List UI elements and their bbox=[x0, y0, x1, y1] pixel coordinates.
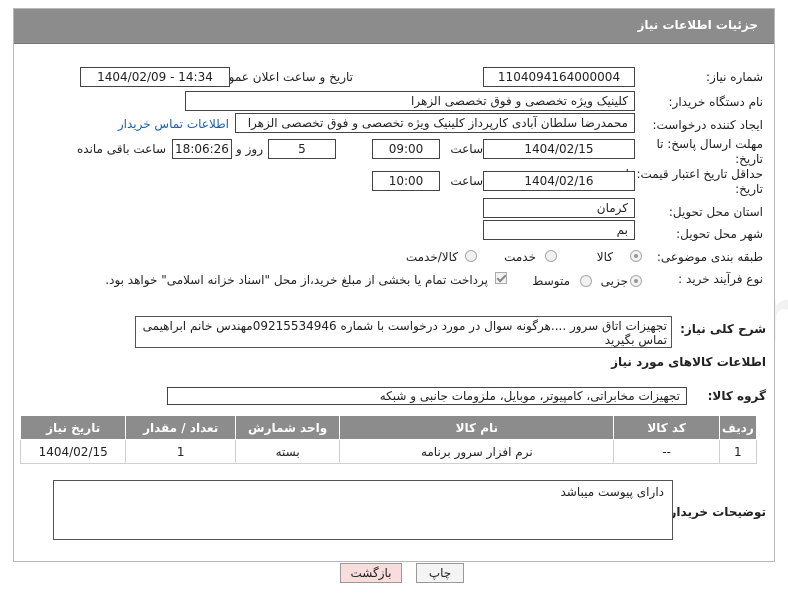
category-option-goods-service: کالا/خدمت bbox=[405, 250, 458, 264]
treasury-payment-checkbox[interactable] bbox=[495, 272, 507, 284]
province-field: کرمان bbox=[483, 198, 635, 218]
back-button[interactable]: بازگشت bbox=[340, 563, 402, 583]
description-label: شرح کلی نیاز: bbox=[680, 322, 766, 336]
table-header-row: ردیف کد کالا نام کالا واحد شمارش تعداد /… bbox=[19, 415, 758, 440]
col-name-header: نام کالا bbox=[339, 415, 615, 440]
panel-header: جزئیات اطلاعات نیاز bbox=[14, 9, 774, 44]
col-row-header: ردیف bbox=[718, 415, 758, 440]
process-partial-radio[interactable] bbox=[630, 275, 642, 287]
creator-label: ایجاد کننده درخواست: bbox=[652, 118, 763, 132]
remaining-time-field: 18:06:26 bbox=[172, 139, 232, 159]
validity-time-label: ساعت bbox=[450, 174, 483, 188]
city-field: بم bbox=[483, 220, 635, 240]
col-date-header: تاریخ نیاز bbox=[19, 415, 127, 440]
goods-group-label: گروه کالا: bbox=[707, 389, 766, 403]
buyer-notes-textarea: دارای پیوست میباشد bbox=[53, 480, 673, 540]
creator-field: محمدرضا سلطان آبادی کارپرداز کلینیک ویژه… bbox=[235, 113, 635, 133]
panel-title: جزئیات اطلاعات نیاز bbox=[637, 18, 758, 32]
process-medium-radio[interactable] bbox=[580, 275, 592, 287]
process-option-partial: جزیی bbox=[600, 274, 628, 288]
reply-deadline-label: مهلت ارسال پاسخ: تا تاریخ: bbox=[656, 137, 763, 166]
price-validity-label: حداقل تاریخ اعتبار قیمت: تا تاریخ: bbox=[625, 167, 763, 196]
category-option-goods: کالا bbox=[596, 250, 613, 264]
validity-time-field: 10:00 bbox=[372, 171, 440, 191]
cell-date: 1404/02/15 bbox=[19, 439, 127, 464]
category-option-service: خدمت bbox=[504, 250, 536, 264]
buyer-org-label: نام دستگاه خریدار: bbox=[668, 95, 764, 109]
category-label: طبقه بندی موضوعی: bbox=[656, 250, 763, 264]
cell-name: نرم افزار سرور برنامه bbox=[339, 439, 615, 464]
goods-table: ردیف کد کالا نام کالا واحد شمارش تعداد /… bbox=[19, 415, 758, 464]
reply-time-label: ساعت bbox=[450, 142, 483, 156]
buyer-org-field: کلینیک ویژه تخصصی و فوق تخصصی الزهرا bbox=[185, 91, 635, 111]
days-label: روز و bbox=[236, 142, 263, 156]
cell-code: -- bbox=[613, 439, 720, 464]
announce-datetime-field: 1404/02/09 - 14:34 bbox=[80, 67, 230, 87]
print-button[interactable]: چاپ bbox=[416, 563, 464, 583]
process-label: نوع فرآیند خرید : bbox=[678, 272, 763, 286]
table-row: 1 -- نرم افزار سرور برنامه بسته 1 1404/0… bbox=[19, 439, 758, 464]
cell-qty: 1 bbox=[125, 439, 237, 464]
description-textarea: تجهیزات اتاق سرور ....هرگونه سوال در مور… bbox=[135, 316, 672, 348]
days-field: 5 bbox=[268, 139, 336, 159]
process-option-medium: متوسط bbox=[532, 274, 570, 288]
category-goods-service-radio[interactable] bbox=[465, 250, 477, 262]
goods-info-title: اطلاعات کالاهای مورد نیاز bbox=[611, 355, 766, 369]
validity-date-field: 1404/02/16 bbox=[483, 171, 635, 191]
description-text: تجهیزات اتاق سرور ....هرگونه سوال در مور… bbox=[142, 319, 667, 347]
reply-time-field: 09:00 bbox=[372, 139, 440, 159]
need-number-field: 1104094164000004 bbox=[483, 67, 635, 87]
need-number-label: شماره نیاز: bbox=[706, 70, 763, 84]
col-qty-header: تعداد / مقدار bbox=[125, 415, 237, 440]
goods-group-field: تجهیزات مخابراتی، کامپیوتر، موبایل، ملزو… bbox=[167, 387, 687, 405]
treasury-payment-note: پرداخت تمام یا بخشی از مبلغ خرید،از محل … bbox=[105, 273, 488, 287]
province-label: استان محل تحویل: bbox=[668, 205, 763, 219]
buyer-notes-label: توضیحات خریدار: bbox=[664, 505, 766, 519]
cell-unit: بسته bbox=[235, 439, 341, 464]
category-goods-radio[interactable] bbox=[630, 250, 642, 262]
buyer-notes-text: دارای پیوست میباشد bbox=[560, 485, 664, 499]
category-service-radio[interactable] bbox=[545, 250, 557, 262]
city-label: شهر محل تحویل: bbox=[676, 227, 763, 241]
buyer-contact-link[interactable]: اطلاعات تماس خریدار bbox=[118, 117, 229, 131]
reply-date-field: 1404/02/15 bbox=[483, 139, 635, 159]
cell-row-number: 1 bbox=[718, 439, 758, 464]
col-code-header: کد کالا bbox=[613, 415, 720, 440]
col-unit-header: واحد شمارش bbox=[235, 415, 341, 440]
remaining-time-label: ساعت باقی مانده bbox=[76, 142, 166, 156]
